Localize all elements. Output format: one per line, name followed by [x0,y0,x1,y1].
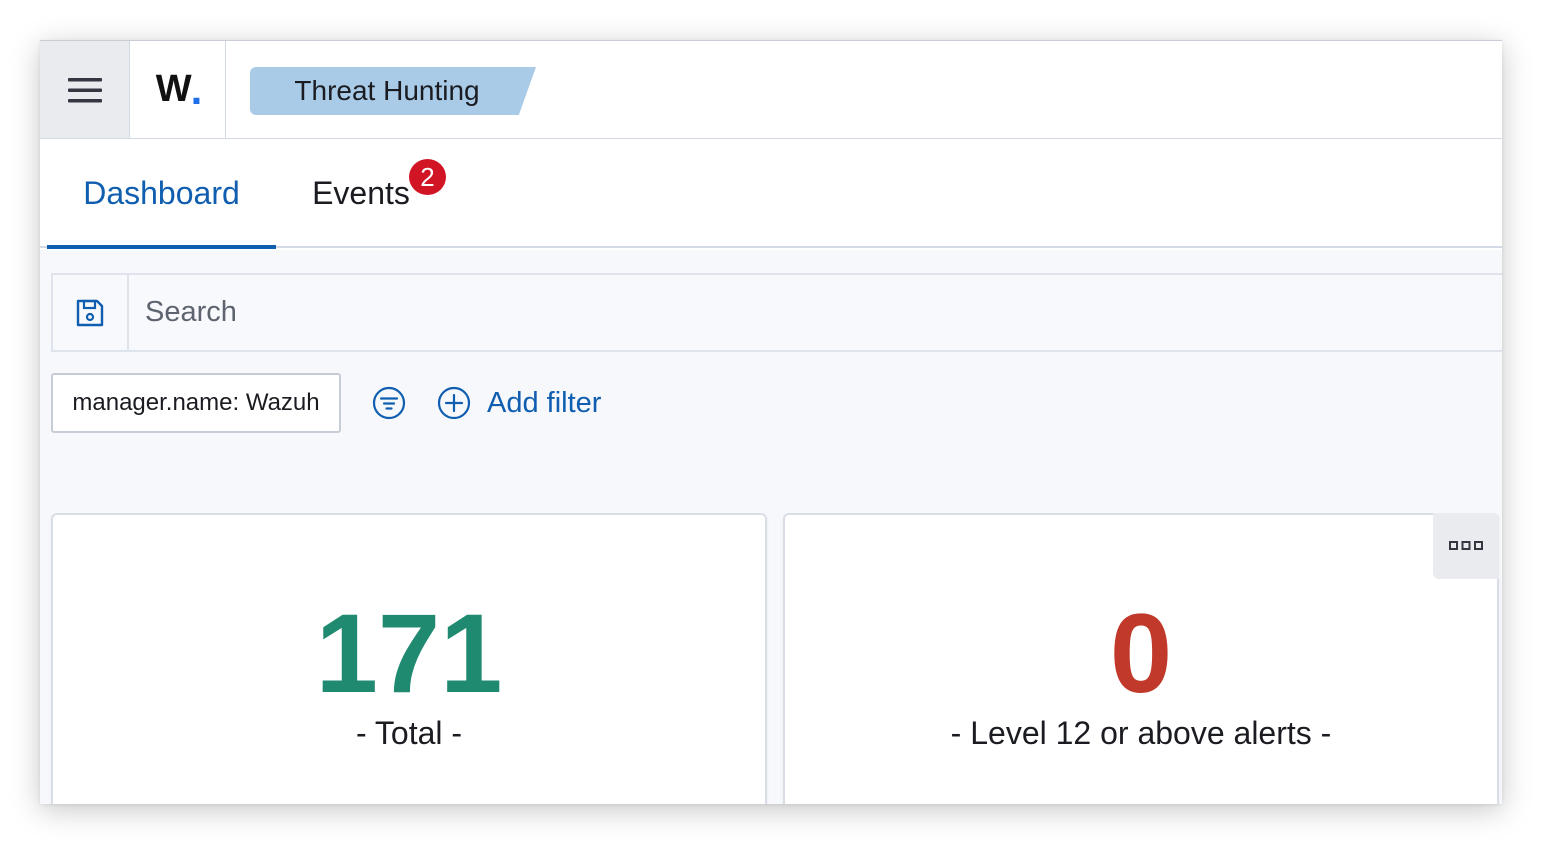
metric-value-level12: 0 [1109,591,1173,716]
top-header: W. Threat Hunting [40,41,1502,139]
breadcrumb[interactable]: Threat Hunting [250,67,536,115]
search-bar [51,273,1502,352]
app-window: W. Threat Hunting Dashboard Events 2 man… [40,40,1502,804]
metric-label-level12: - Level 12 or above alerts - [950,715,1332,751]
add-filter-label: Add filter [487,386,602,419]
tab-bar: Dashboard Events 2 [40,139,1502,249]
more-horizontal-icon [1449,541,1483,550]
search-input[interactable] [131,275,1431,350]
save-icon [76,299,104,326]
logo-dot: . [190,65,203,113]
metric-panel-level12: 0 - Level 12 or above alerts - [783,513,1499,804]
metric-value-total: 171 [315,591,503,716]
metric-panel-total: 171 - Total - [51,513,767,804]
add-filter-button[interactable]: Add filter [437,381,601,425]
filter-icon [372,386,406,420]
panel-options-button[interactable] [1433,513,1499,579]
filter-bar: manager.name: Wazuh Add filter [51,373,1451,434]
events-count-badge: 2 [407,157,448,197]
metric-label-total: - Total - [355,715,463,751]
saved-query-button[interactable] [53,275,129,350]
logo-text: W [155,68,192,110]
filter-pill[interactable]: manager.name: Wazuh [51,373,341,433]
wazuh-logo[interactable]: W. [132,41,226,138]
plus-circle-icon [437,386,471,420]
menu-toggle-button[interactable] [40,41,130,138]
tab-dashboard[interactable]: Dashboard [47,139,276,249]
hamburger-icon [67,77,102,102]
dashboard-content: manager.name: Wazuh Add filter 171 [40,250,1502,804]
filter-menu-button[interactable] [371,385,407,421]
